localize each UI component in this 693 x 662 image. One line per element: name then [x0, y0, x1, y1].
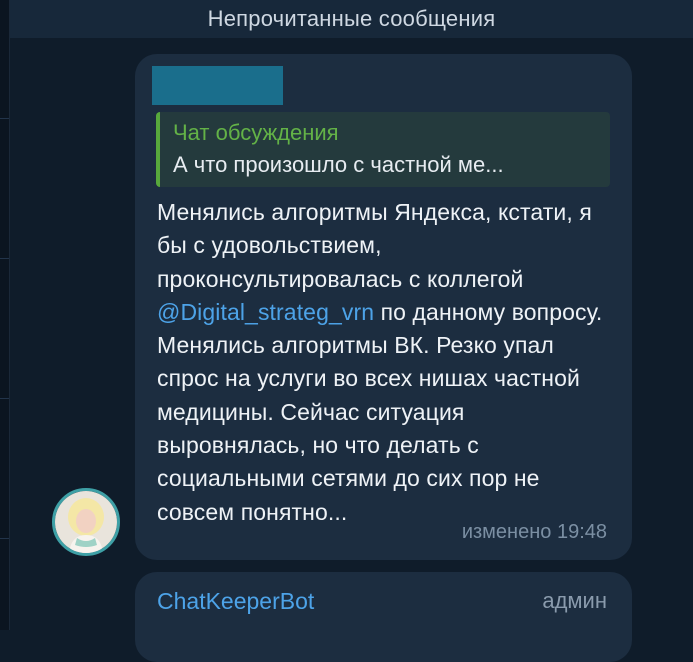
unread-divider: Непрочитанные сообщения	[10, 0, 693, 38]
reply-preview: А что произошло с частной ме...	[173, 152, 504, 177]
unread-divider-label: Непрочитанные сообщения	[207, 6, 496, 31]
mention-link[interactable]: @Digital_strateg_vrn	[157, 299, 374, 325]
bot-sender-name[interactable]: ChatKeeperBot	[157, 588, 314, 615]
left-panel-edge	[0, 0, 10, 630]
reply-accent-bar	[156, 112, 160, 187]
admin-badge: админ	[542, 588, 607, 613]
message-bubble[interactable]: Чат обсуждения А что произошло с частной…	[135, 54, 632, 560]
message-text: Менялись алгоритмы Яндекса, кстати, я бы…	[157, 196, 619, 529]
reply-title: Чат обсуждения	[173, 120, 339, 145]
next-message-bubble[interactable]: ChatKeeperBot админ	[135, 572, 632, 662]
message-text-part: по данному вопросу. Менялись алгоритмы В…	[157, 298, 603, 525]
sender-avatar[interactable]	[52, 488, 120, 556]
message-edited-time: изменено 19:48	[461, 521, 607, 543]
message-text-part: Менялись алгоритмы Яндекса, кстати, я бы…	[157, 199, 592, 292]
sender-name-redacted[interactable]	[152, 66, 283, 105]
reply-quote[interactable]: Чат обсуждения А что произошло с частной…	[156, 112, 610, 187]
